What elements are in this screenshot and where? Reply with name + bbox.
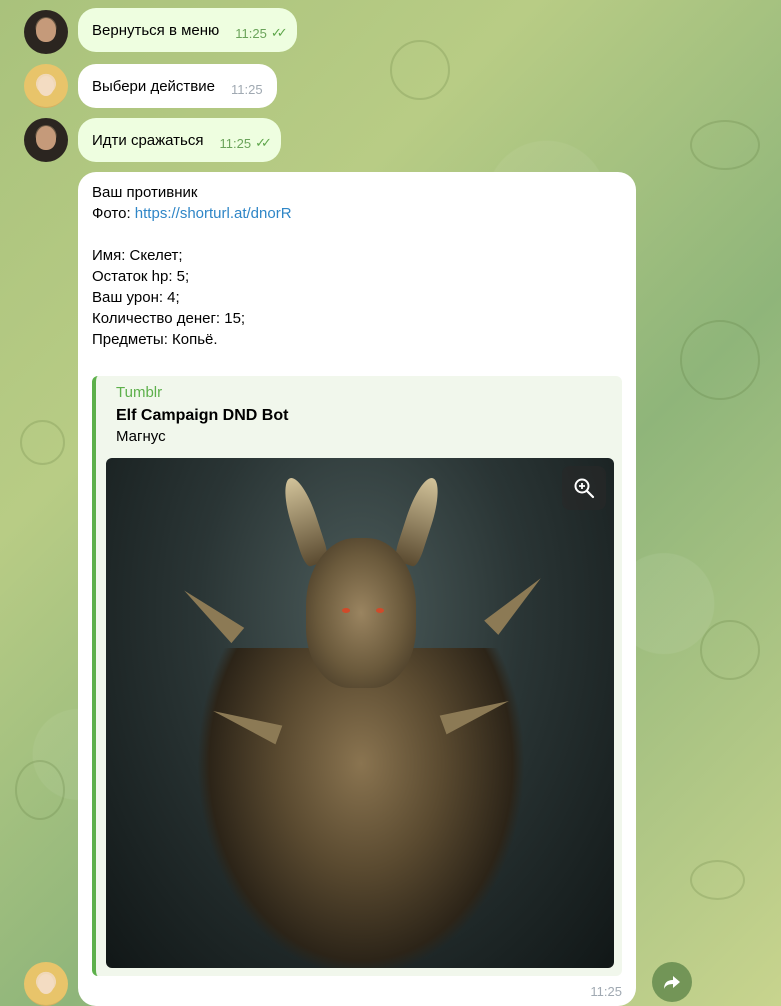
- monster-eye: [342, 608, 350, 613]
- share-icon[interactable]: [652, 962, 692, 1002]
- preview-site-name: Tumblr: [116, 384, 163, 401]
- double-check-icon: ✓✓: [270, 25, 288, 40]
- message-time: 11:25: [230, 81, 263, 97]
- message-time: 11:25: [235, 25, 267, 41]
- message-text: Идти сражаться: [92, 131, 204, 149]
- card-line: Ваш противник: [92, 184, 198, 201]
- message-time: 11:25: [219, 135, 252, 151]
- card-line: Предметы: Копьё.: [92, 331, 218, 348]
- message-text: Выбери действие: [92, 77, 215, 95]
- message-bubble[interactable]: Выбери действие 11:25: [78, 64, 277, 108]
- preview-image[interactable]: [106, 458, 614, 968]
- bot-avatar[interactable]: [24, 962, 68, 1006]
- wallpaper-doodle: [690, 120, 760, 170]
- message-text: Вернуться в меню: [92, 21, 220, 39]
- wallpaper-doodle: [15, 760, 65, 820]
- message-bubble[interactable]: Вернуться в меню 11:25 ✓✓: [78, 8, 297, 52]
- preview-description: Магнус: [116, 428, 166, 445]
- spike-shape: [177, 582, 245, 644]
- message-bubble[interactable]: Идти сражаться 11:25 ✓✓: [78, 118, 281, 162]
- monster-eye: [376, 608, 384, 613]
- horn-shape: [392, 474, 446, 568]
- user-avatar[interactable]: [24, 118, 68, 162]
- preview-title: Elf Campaign DND Bot: [116, 407, 289, 424]
- monster-body-shape: [196, 648, 526, 968]
- card-line: Количество денег: 15;: [92, 310, 246, 327]
- user-avatar[interactable]: [24, 10, 68, 54]
- zoom-in-icon[interactable]: [562, 466, 606, 510]
- photo-link[interactable]: https://shorturl.at/dnorR: [135, 205, 292, 222]
- wallpaper-doodle: [690, 860, 745, 900]
- monster-head-shape: [306, 538, 416, 688]
- double-check-icon: ✓✓: [255, 135, 272, 150]
- bot-avatar[interactable]: [24, 64, 68, 108]
- wallpaper-doodle: [390, 40, 450, 100]
- card-line-photo: Фото: https://shorturl.at/dnorR: [92, 203, 622, 224]
- wallpaper-doodle: [680, 320, 760, 400]
- bot-enemy-card[interactable]: Ваш противник Фото: https://shorturl.at/…: [78, 172, 636, 1006]
- message-time: 11:25: [590, 984, 622, 999]
- photo-label: Фото:: [92, 205, 135, 222]
- wallpaper-doodle: [20, 420, 65, 465]
- spike-shape: [484, 571, 548, 635]
- link-preview[interactable]: Tumblr Elf Campaign DND Bot Магнус: [92, 376, 622, 976]
- card-line: Ваш урон: 4;: [92, 289, 180, 306]
- card-line: Остаток hp: 5;: [92, 268, 190, 285]
- wallpaper-doodle: [700, 620, 760, 680]
- card-line: Имя: Скелет;: [92, 247, 183, 264]
- card-line-empty: [92, 224, 622, 245]
